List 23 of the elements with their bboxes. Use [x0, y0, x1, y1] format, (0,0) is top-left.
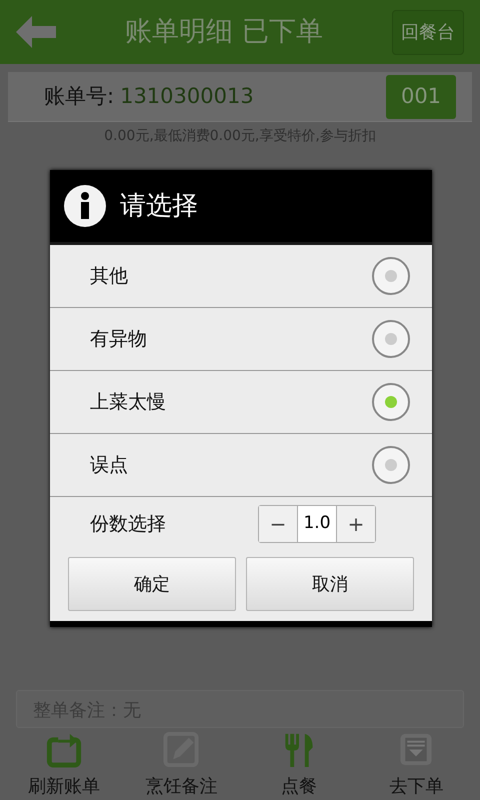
option-row[interactable]: 有异物 [50, 308, 432, 371]
quantity-stepper[interactable]: − 1.0 + [258, 505, 376, 543]
quantity-field[interactable]: 1.0 [297, 506, 337, 542]
header-title: 账单明细 已下单 [124, 14, 324, 49]
option-label: 误点 [90, 452, 129, 478]
quantity-label: 份数选择 [90, 512, 167, 537]
confirm-button[interactable]: 确定 [68, 557, 236, 611]
radio-button[interactable] [372, 257, 410, 295]
back-arrow-icon[interactable] [16, 16, 56, 48]
option-label: 其他 [90, 264, 129, 289]
dialog-title: 请选择 [120, 190, 198, 222]
bill-number: 1310300013 [120, 82, 255, 110]
option-row[interactable]: 误点 [50, 434, 432, 497]
option-row[interactable]: 其他 [50, 245, 432, 308]
radio-button[interactable] [372, 446, 410, 484]
radio-button[interactable] [372, 320, 410, 358]
option-row[interactable]: 上菜太慢 [50, 371, 432, 434]
radio-button[interactable] [372, 383, 410, 421]
info-icon [64, 185, 106, 227]
cancel-button[interactable]: 取消 [246, 557, 414, 611]
bill-label: 账单号: [44, 82, 114, 110]
option-label: 上菜太慢 [90, 390, 167, 415]
option-label: 有异物 [90, 326, 148, 352]
